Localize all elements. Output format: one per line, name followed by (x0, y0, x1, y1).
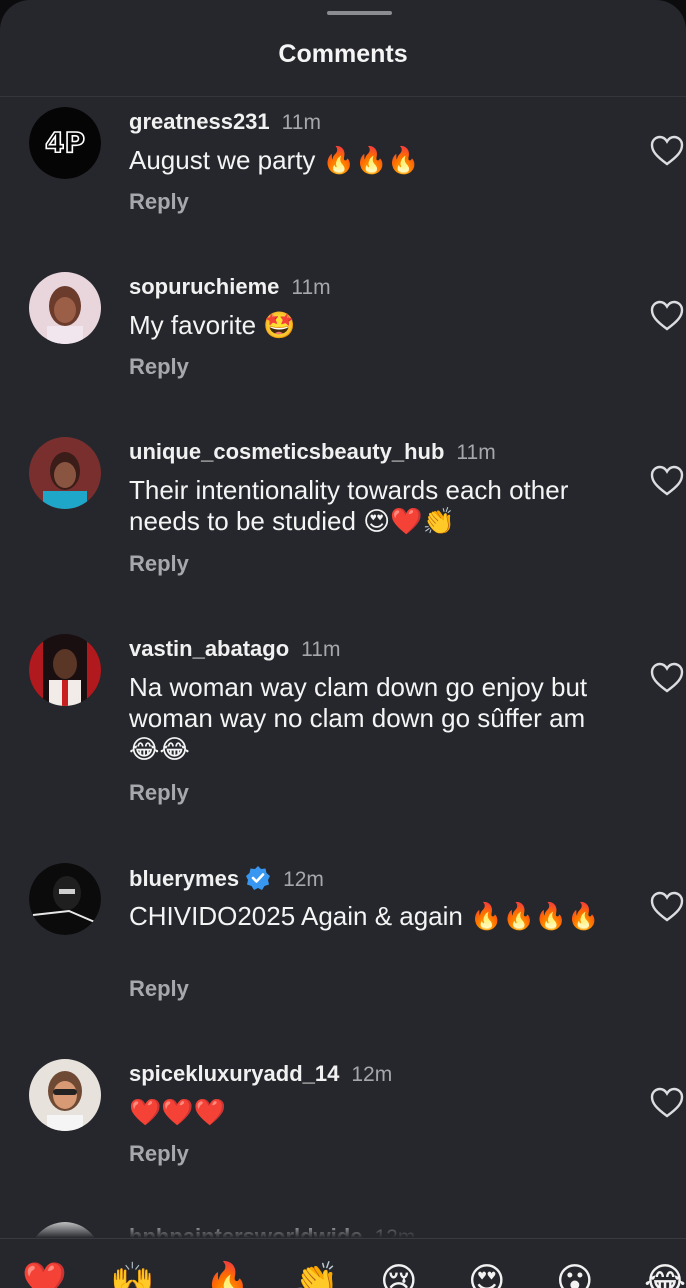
reaction-surprised[interactable]: 😮 (556, 1261, 594, 1288)
reaction-crying[interactable]: 😢 (380, 1261, 418, 1288)
comment-time: 11m (456, 441, 496, 464)
avatar[interactable] (29, 863, 101, 935)
comment-text: My favorite 🤩 (129, 310, 296, 340)
reaction-laughing[interactable]: 😂 (644, 1261, 686, 1288)
avatar[interactable]: 4P (29, 107, 101, 179)
comment-time: 12m (283, 868, 324, 891)
comment-username[interactable]: sopuruchieme (129, 274, 279, 299)
header-divider (0, 96, 686, 97)
like-heart-icon[interactable] (650, 1087, 684, 1119)
like-heart-icon[interactable] (650, 135, 684, 167)
like-heart-icon[interactable] (650, 891, 684, 923)
comment-username[interactable]: greatness231 (129, 109, 270, 134)
drag-handle[interactable] (327, 11, 392, 15)
reply-button[interactable]: Reply (129, 976, 189, 1002)
like-heart-icon[interactable] (650, 662, 684, 694)
reaction-raised-hands[interactable]: 🙌 (110, 1261, 155, 1288)
reply-button[interactable]: Reply (129, 189, 189, 215)
verified-badge-icon (246, 866, 271, 890)
comment-text: CHIVIDO2025 Again & again 🔥🔥🔥🔥 (129, 901, 600, 931)
comment-text: Na woman way clam down go enjoy but woma… (129, 672, 588, 764)
comment-text: Their intentionality towards each other … (129, 475, 569, 536)
reaction-clap[interactable]: 👏 (294, 1261, 339, 1288)
comments-sheet: Comments 4P greatness231 11m August we pa… (0, 0, 686, 1288)
avatar[interactable] (29, 272, 101, 344)
avatar[interactable] (29, 634, 101, 706)
comment-time: 11m (301, 638, 341, 661)
comment-time: 12m (351, 1063, 393, 1086)
svg-text:4P: 4P (45, 126, 85, 159)
comment-time: 11m (291, 276, 331, 299)
comment-text: ❤️❤️❤️ (129, 1097, 227, 1127)
reaction-heart-eyes[interactable]: 😍 (468, 1261, 506, 1288)
avatar[interactable] (29, 437, 101, 509)
comment-text: August we party 🔥🔥🔥 (129, 145, 420, 175)
comment-username[interactable]: unique_cosmeticsbeauty_hub (129, 439, 444, 464)
comment-username[interactable]: vastin_abatago (129, 636, 289, 661)
reply-button[interactable]: Reply (129, 1141, 189, 1167)
comment-username[interactable]: spicekluxuryadd_14 (129, 1061, 339, 1086)
reply-button[interactable]: Reply (129, 780, 189, 806)
reply-button[interactable]: Reply (129, 551, 189, 577)
like-heart-icon[interactable] (650, 465, 684, 497)
comment-time: 11m (281, 111, 321, 134)
reaction-heart[interactable]: ❤️ (22, 1261, 67, 1288)
avatar[interactable] (29, 1059, 101, 1131)
quick-reactions-bar: ❤️ 🙌 🔥 👏 😢 😍 😮 😂 (0, 1238, 686, 1288)
reply-button[interactable]: Reply (129, 354, 189, 380)
reaction-fire[interactable]: 🔥 (205, 1261, 250, 1288)
comment-username[interactable]: bluerymes (129, 866, 239, 891)
sheet-title: Comments (278, 40, 408, 68)
scroll-fade (0, 1218, 686, 1238)
like-heart-icon[interactable] (650, 300, 684, 332)
